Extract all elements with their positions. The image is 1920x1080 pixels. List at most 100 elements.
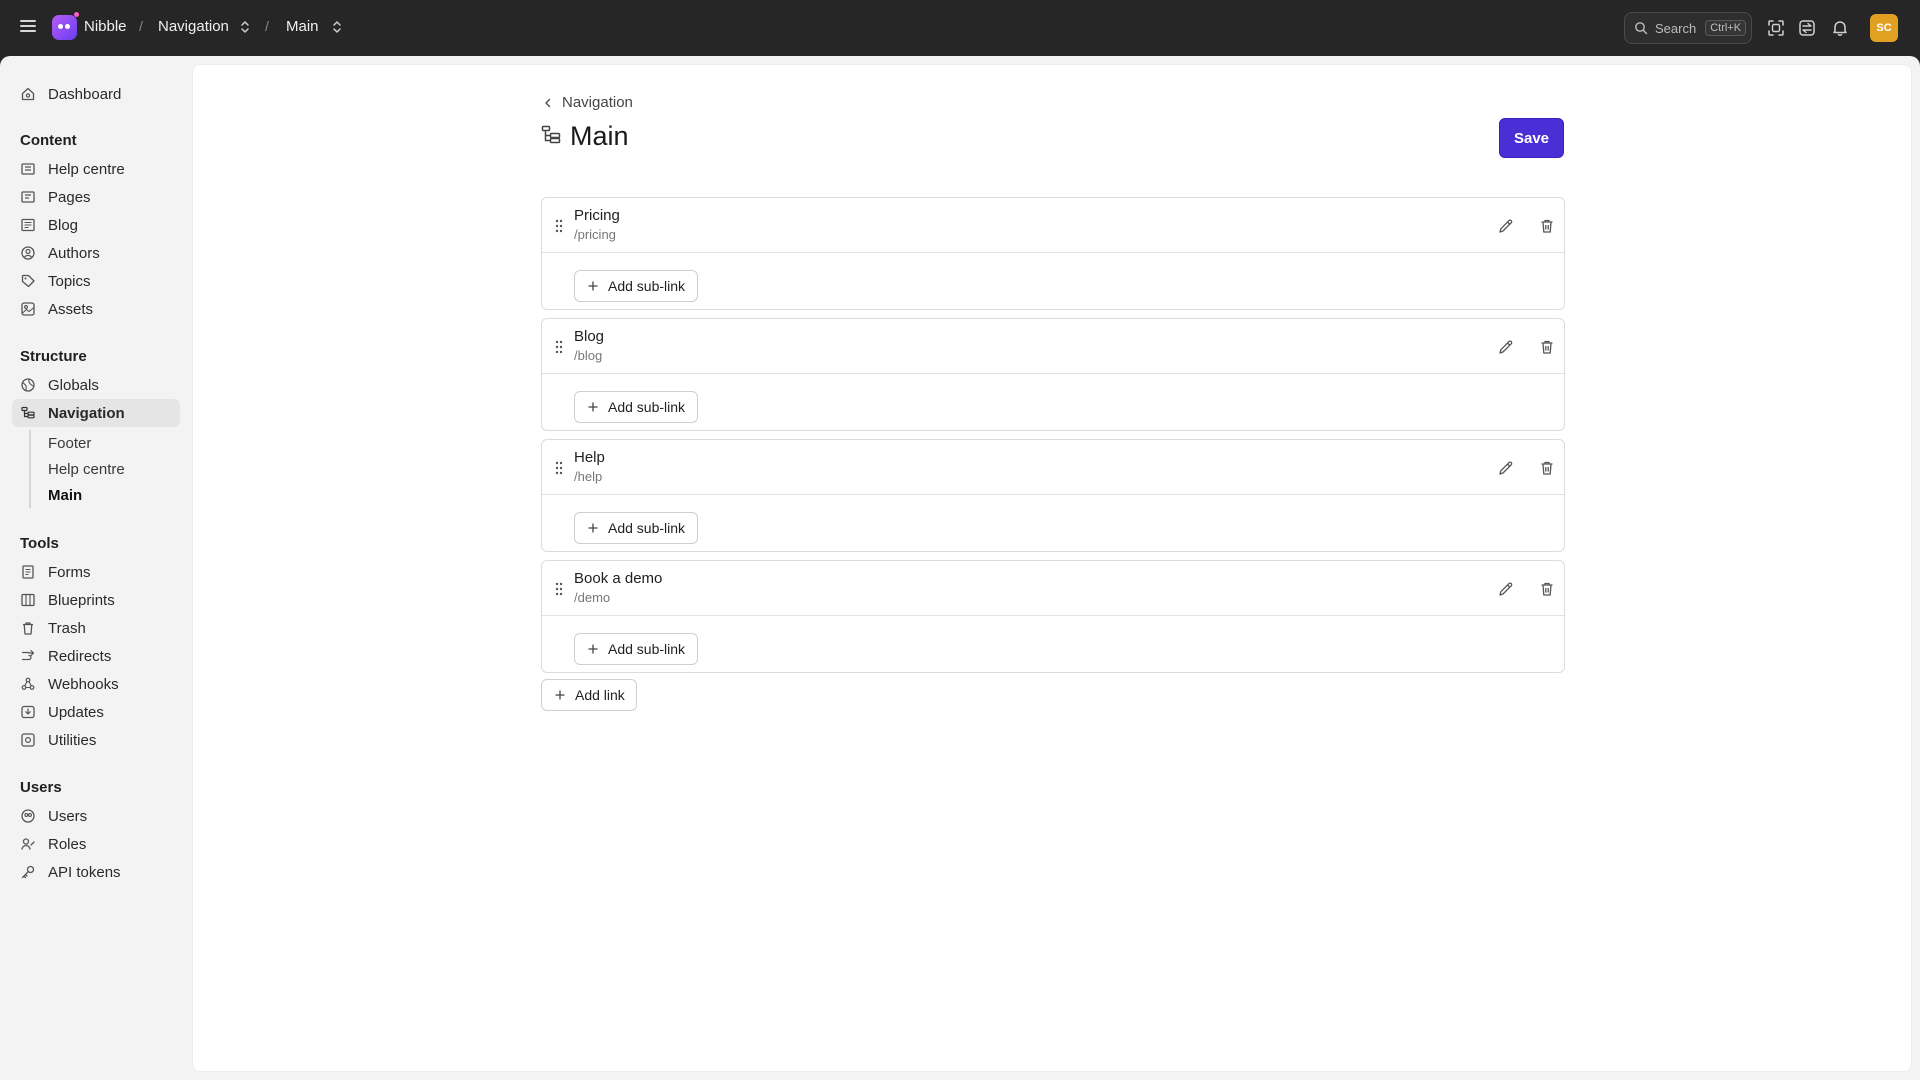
page-title: Main: [570, 121, 629, 151]
top-bar: Nibble / Navigation / Main Search Ctrl+K…: [0, 0, 1920, 56]
plus-icon: [588, 281, 598, 291]
sidebar-item-pages[interactable]: Pages: [12, 183, 180, 211]
sidebar-item-label: Help centre: [48, 160, 125, 178]
sidebar-item-users[interactable]: Users: [12, 802, 180, 830]
key-icon: [21, 865, 35, 879]
navigation-tree-icon: [21, 406, 35, 419]
breadcrumb-navigation[interactable]: Navigation: [158, 18, 229, 35]
sidebar-item-topics[interactable]: Topics: [12, 267, 180, 295]
back-link[interactable]: Navigation: [542, 94, 633, 111]
pencil-icon[interactable]: [1497, 338, 1515, 356]
sidebar-item-navigation[interactable]: Navigation: [12, 399, 180, 427]
sidebar-item-label: Users: [48, 807, 88, 825]
sidebar-item-label: Assets: [48, 300, 94, 318]
sidebar-item-roles[interactable]: Roles: [12, 830, 180, 858]
form-icon: [22, 565, 34, 579]
dashboard-icon: [21, 87, 35, 101]
main-panel: Navigation Main Save Pricing /pricing Ad…: [192, 64, 1912, 1072]
add-sublink-button[interactable]: Add sub-link: [574, 633, 698, 665]
screenshot-frame-icon[interactable]: [1766, 18, 1786, 38]
trash-icon[interactable]: [1538, 338, 1556, 356]
nav-link-url: /help: [574, 469, 603, 484]
pencil-icon[interactable]: [1497, 459, 1515, 477]
drag-handle-icon[interactable]: [554, 339, 564, 355]
sidebar-item-label: Authors: [48, 244, 100, 262]
nav-link-card: Pricing /pricing Add sub-link: [541, 197, 1565, 310]
save-button[interactable]: Save: [1499, 118, 1564, 158]
sidebar-item-label: Redirects: [48, 647, 112, 665]
users-icon: [21, 809, 35, 823]
sidebar-item-label: Navigation: [48, 404, 125, 422]
sidebar-item-label: Dashboard: [48, 85, 122, 103]
pages-icon: [21, 191, 35, 203]
sidebar-item-api-tokens[interactable]: API tokens: [12, 858, 180, 886]
nav-link-name: Help: [574, 449, 605, 466]
drag-handle-icon[interactable]: [554, 218, 564, 234]
sidebar-item-assets[interactable]: Assets: [12, 295, 180, 323]
plus-icon: [588, 523, 598, 533]
sidebar-group-users: Users: [20, 779, 62, 796]
nav-link-url: /blog: [574, 348, 603, 363]
user-avatar[interactable]: SC: [1870, 14, 1898, 42]
sidebar-item-authors[interactable]: Authors: [12, 239, 180, 267]
pencil-icon[interactable]: [1497, 580, 1515, 598]
sidebar-subitem-footer[interactable]: Footer: [48, 435, 91, 452]
sidebar-item-redirects[interactable]: Redirects: [12, 642, 180, 670]
trash-icon[interactable]: [1538, 580, 1556, 598]
sidebar-item-forms[interactable]: Forms: [12, 558, 180, 586]
add-link-button[interactable]: Add link: [541, 679, 637, 711]
search-icon: [1635, 22, 1648, 35]
sidebar-item-label: Blog: [48, 216, 79, 234]
sync-icon[interactable]: [1797, 18, 1817, 38]
breadcrumb-brand[interactable]: Nibble: [84, 18, 127, 35]
sidebar-item-blog[interactable]: Blog: [12, 211, 180, 239]
sidebar-item-label: Utilities: [48, 731, 97, 749]
webhook-icon: [21, 677, 35, 690]
updates-icon: [21, 705, 35, 719]
plus-icon: [588, 402, 598, 412]
sidebar-item-help-centre[interactable]: Help centre: [12, 155, 180, 183]
pencil-icon[interactable]: [1497, 217, 1515, 235]
add-sublink-button[interactable]: Add sub-link: [574, 270, 698, 302]
blog-icon: [21, 218, 35, 232]
add-sublink-button[interactable]: Add sub-link: [574, 512, 698, 544]
nav-link-name: Blog: [574, 328, 605, 345]
sidebar-subitem-help-centre[interactable]: Help centre: [48, 461, 125, 478]
plus-icon: [588, 644, 598, 654]
sidebar-item-blueprints[interactable]: Blueprints: [12, 586, 180, 614]
add-sublink-label: Add sub-link: [608, 278, 686, 294]
drag-handle-icon[interactable]: [554, 460, 564, 476]
sidebar-group-content: Content: [20, 132, 77, 149]
breadcrumb-main[interactable]: Main: [286, 18, 319, 35]
sidebar-item-label: Forms: [48, 563, 91, 581]
search-shortcut: Ctrl+K: [1705, 20, 1747, 36]
navigation-tree-icon: [541, 125, 561, 144]
nav-link-row: Blog /blog: [542, 319, 1564, 374]
search-box[interactable]: Search Ctrl+K: [1624, 12, 1752, 44]
sidebar-item-label: Roles: [48, 835, 87, 853]
chevron-up-down-icon[interactable]: [239, 19, 251, 35]
add-sublink-label: Add sub-link: [608, 399, 686, 415]
trash-icon[interactable]: [1538, 217, 1556, 235]
nav-link-url: /pricing: [574, 227, 616, 242]
sidebar-item-globals[interactable]: Globals: [12, 371, 180, 399]
sidebar-item-webhooks[interactable]: Webhooks: [12, 670, 180, 698]
sidebar-item-trash[interactable]: Trash: [12, 614, 180, 642]
chevron-up-down-icon[interactable]: [331, 19, 343, 35]
chevron-left-icon: [545, 98, 551, 107]
trash-icon[interactable]: [1538, 459, 1556, 477]
nav-link-name: Pricing: [574, 207, 620, 224]
nav-link-card: Help /help Add sub-link: [541, 439, 1565, 552]
add-sublink-button[interactable]: Add sub-link: [574, 391, 698, 423]
sidebar-item-dashboard[interactable]: Dashboard: [12, 80, 180, 108]
nibble-logo-icon[interactable]: [52, 12, 79, 40]
sidebar-subitem-main[interactable]: Main: [48, 487, 82, 504]
bell-icon[interactable]: [1830, 18, 1850, 38]
nav-link-row: Help /help: [542, 440, 1564, 495]
blueprint-icon: [21, 593, 35, 607]
nav-link-url: /demo: [574, 590, 611, 605]
drag-handle-icon[interactable]: [554, 581, 564, 597]
menu-icon[interactable]: [18, 17, 38, 37]
sidebar-item-updates[interactable]: Updates: [12, 698, 180, 726]
sidebar-item-utilities[interactable]: Utilities: [12, 726, 180, 754]
